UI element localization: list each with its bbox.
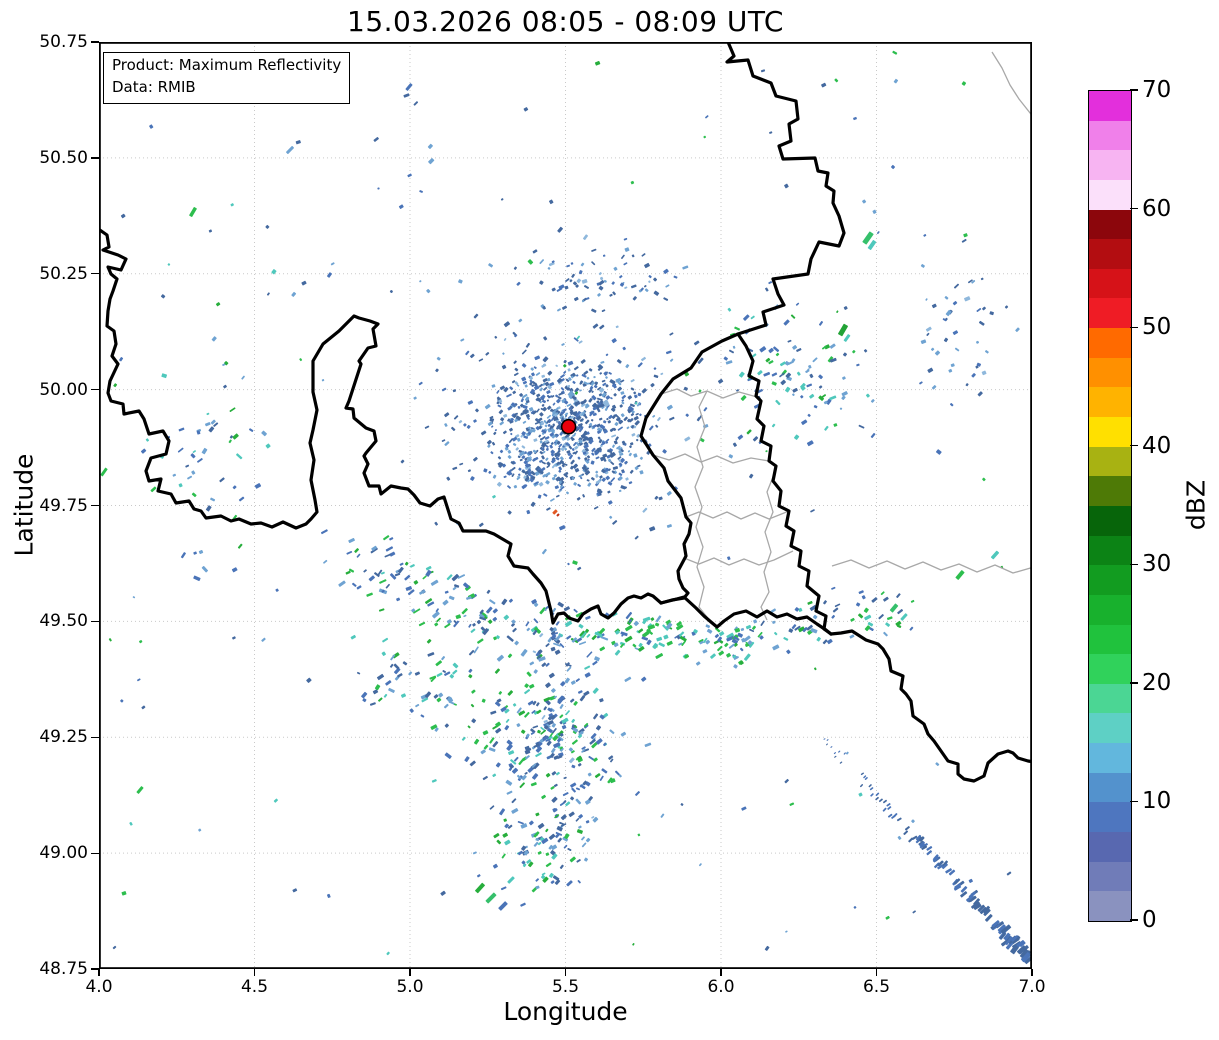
- colorbar-band: [1089, 565, 1131, 595]
- colorbar-tick-label: 30: [1142, 551, 1172, 578]
- y-tick-label: 49.00: [39, 843, 88, 864]
- colorbar-tick: [1130, 919, 1138, 921]
- y-tick: [91, 852, 99, 854]
- x-tick: [253, 969, 256, 976]
- colorbar-unit-label: dBZ: [1181, 479, 1211, 531]
- colorbar-tick-label: 70: [1142, 77, 1172, 103]
- colorbar-tick-label: 10: [1142, 788, 1172, 815]
- colorbar-tick: [1130, 800, 1138, 803]
- x-tick-label: 6.0: [707, 977, 735, 997]
- colorbar-tick-label: 0: [1142, 907, 1157, 933]
- radar-figure: 15.03.2026 08:05 - 08:09 UTC Product: Ma…: [0, 0, 1219, 1040]
- colorbar-band: [1089, 298, 1131, 329]
- x-tick: [564, 969, 567, 976]
- x-tick: [98, 969, 100, 976]
- colorbar-band: [1089, 832, 1131, 862]
- colorbar-band: [1089, 861, 1131, 892]
- colorbar-band: [1089, 891, 1131, 921]
- colorbar-band: [1089, 417, 1131, 447]
- y-tick-label: 48.75: [39, 959, 88, 979]
- colorbar-band: [1089, 535, 1131, 566]
- colorbar-tick: [1130, 563, 1138, 565]
- radar-map: [99, 42, 1032, 969]
- x-axis-label: Longitude: [503, 997, 628, 1026]
- y-tick-label: 50.50: [39, 147, 88, 168]
- y-tick: [91, 504, 99, 507]
- gridlines: [99, 42, 1032, 969]
- radar-echo-layer: [100, 50, 1032, 965]
- y-tick-label: 50.75: [39, 32, 88, 52]
- y-tick: [91, 968, 99, 970]
- x-tick: [875, 969, 878, 976]
- colorbar-band: [1089, 328, 1131, 358]
- colorbar-band: [1089, 239, 1131, 269]
- x-tick-label: 4.0: [85, 977, 113, 997]
- colorbar-tick: [1130, 326, 1138, 328]
- colorbar-tick: [1130, 89, 1138, 91]
- y-tick-label: 49.25: [39, 727, 88, 748]
- y-tick: [91, 736, 99, 738]
- data-source-line: Data: RMIB: [112, 77, 196, 96]
- y-tick-label: 50.25: [39, 263, 88, 284]
- x-tick-label: 5.5: [551, 977, 580, 997]
- colorbar-band: [1089, 150, 1131, 180]
- colorbar-band: [1089, 446, 1131, 477]
- y-tick: [91, 41, 99, 43]
- colorbar-band: [1089, 624, 1131, 655]
- colorbar: [1088, 90, 1132, 922]
- colorbar-band: [1089, 268, 1131, 299]
- colorbar-tick-label: 60: [1142, 195, 1172, 222]
- y-tick: [91, 620, 99, 623]
- colorbar-tick-label: 40: [1142, 432, 1172, 459]
- colorbar-band: [1089, 743, 1131, 773]
- colorbar-band: [1089, 505, 1131, 536]
- colorbar-band: [1089, 120, 1131, 151]
- product-info-box: Product: Maximum Reflectivity Data: RMIB: [103, 52, 351, 104]
- y-tick: [91, 157, 99, 159]
- colorbar-band: [1089, 179, 1131, 210]
- colorbar-tick: [1130, 207, 1138, 210]
- colorbar-band: [1089, 802, 1131, 833]
- colorbar-band: [1089, 209, 1131, 240]
- colorbar-band: [1089, 772, 1131, 803]
- x-tick: [720, 969, 722, 976]
- colorbar-tick-label: 20: [1142, 669, 1172, 696]
- colorbar-band: [1089, 357, 1131, 388]
- y-tick: [91, 273, 99, 275]
- colorbar-band: [1089, 594, 1131, 625]
- y-axis-label: Latitude: [9, 453, 39, 557]
- colorbar-band: [1089, 713, 1131, 744]
- chart-title: 15.03.2026 08:05 - 08:09 UTC: [347, 5, 784, 38]
- product-line: Product: Maximum Reflectivity: [112, 56, 342, 74]
- colorbar-band: [1089, 654, 1131, 684]
- colorbar-tick-label: 50: [1142, 314, 1172, 341]
- colorbar-tick: [1130, 682, 1138, 684]
- y-tick: [91, 389, 99, 391]
- colorbar-tick: [1130, 445, 1138, 447]
- x-tick-label: 5.0: [396, 977, 424, 997]
- y-tick-label: 49.50: [39, 611, 88, 632]
- colorbar-band: [1089, 91, 1131, 121]
- colorbar-band: [1089, 387, 1131, 418]
- colorbar-band: [1089, 683, 1131, 714]
- x-tick-label: 6.5: [862, 977, 891, 997]
- admin-borders: [652, 51, 1032, 623]
- x-tick-label: 4.5: [240, 977, 269, 997]
- x-tick: [409, 969, 411, 976]
- y-tick-label: 50.00: [39, 379, 88, 400]
- radar-site-marker: [560, 418, 577, 435]
- x-tick-label: 7.0: [1018, 977, 1046, 997]
- colorbar-band: [1089, 476, 1131, 506]
- x-tick: [1031, 969, 1033, 976]
